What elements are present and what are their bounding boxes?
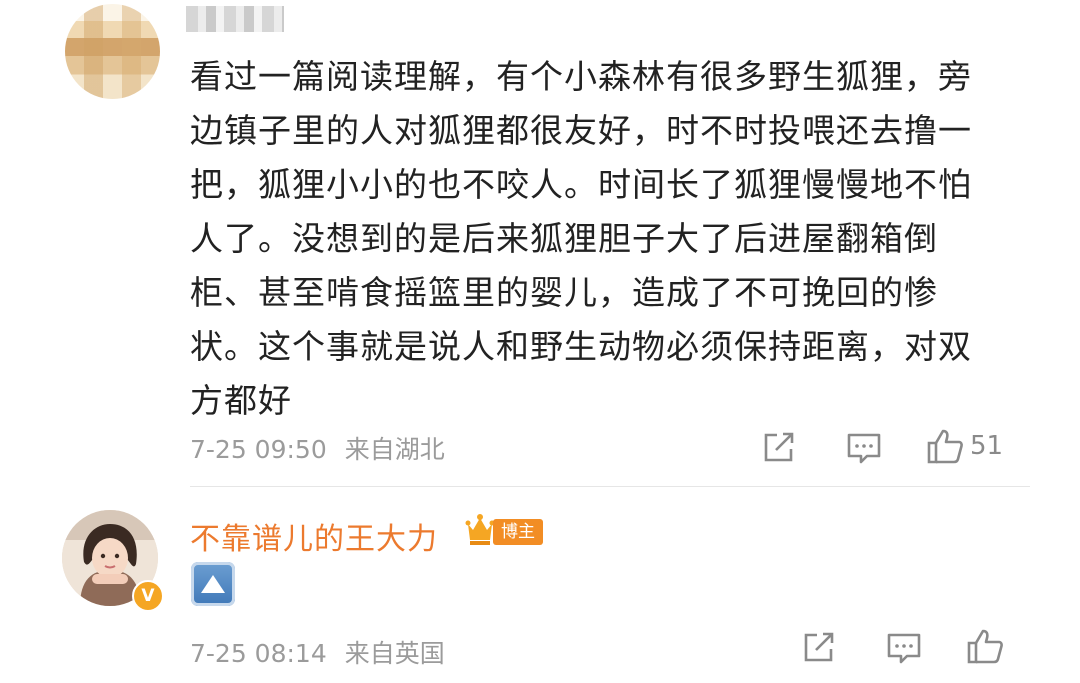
blogger-badge: 博主 xyxy=(493,519,543,545)
username[interactable]: 不靠谱儿的王大力 xyxy=(190,514,438,558)
share-icon xyxy=(802,630,838,664)
like-button[interactable]: 51 xyxy=(926,428,1003,464)
share-button[interactable] xyxy=(802,630,838,664)
reply-button[interactable] xyxy=(846,432,882,466)
comment-icon xyxy=(886,632,922,666)
comment-time: 7-25 08:14 xyxy=(190,639,327,668)
comment-time: 7-25 09:50 xyxy=(190,435,327,464)
comment-item: V 不靠谱儿的王大力 博主 7-25 08:14 来自英国 xyxy=(0,490,1080,683)
like-count: 51 xyxy=(970,431,1004,461)
verified-v-icon: V xyxy=(132,580,164,612)
like-button[interactable] xyxy=(966,628,1004,664)
share-icon xyxy=(762,430,798,464)
like-icon xyxy=(926,428,964,464)
reply-button[interactable] xyxy=(886,632,922,666)
comment-location: 来自湖北 xyxy=(344,435,445,464)
comment-item: 看过一篇阅读理解，有个小森林有很多野生狐狸，旁边镇子里的人对狐狸都很友好，时不时… xyxy=(0,0,1080,490)
comment-meta: 7-25 08:14 来自英国 xyxy=(190,634,455,670)
divider xyxy=(190,486,1030,487)
comment-meta: 7-25 09:50 来自湖北 xyxy=(190,430,455,466)
like-icon xyxy=(966,628,1004,664)
username-blurred[interactable] xyxy=(186,6,284,32)
avatar[interactable] xyxy=(65,4,160,99)
share-button[interactable] xyxy=(762,430,798,464)
comment-location: 来自英国 xyxy=(344,639,445,668)
comment-icon xyxy=(846,432,882,466)
crown-icon xyxy=(465,510,495,550)
comment-text: 看过一篇阅读理解，有个小森林有很多野生狐狸，旁边镇子里的人对狐狸都很友好，时不时… xyxy=(190,57,972,420)
up-arrow-emoji xyxy=(191,562,235,606)
